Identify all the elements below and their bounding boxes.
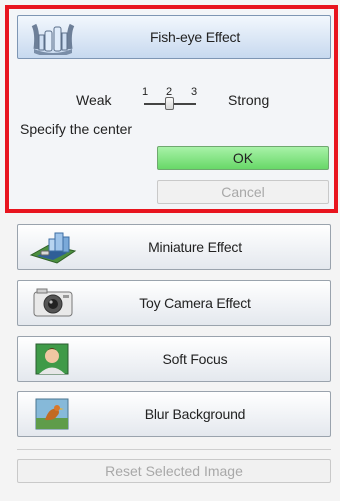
effect-label: Miniature Effect <box>148 239 242 255</box>
soft-focus-button[interactable]: Soft Focus <box>17 336 331 382</box>
effect-label: Fish-eye Effect <box>149 29 241 45</box>
blur-background-button[interactable]: Blur Background <box>17 391 331 437</box>
specify-center-label: Specify the center <box>20 121 133 137</box>
miniature-effect-button[interactable]: Miniature Effect <box>17 224 331 270</box>
toy-camera-effect-button[interactable]: Toy Camera Effect <box>17 280 331 326</box>
bird-icon <box>26 396 80 432</box>
slider-thumb[interactable] <box>165 97 174 110</box>
camera-icon <box>26 285 80 321</box>
miniature-town-icon <box>26 229 80 265</box>
effect-label: Toy Camera Effect <box>139 295 251 311</box>
cancel-button: Cancel <box>157 180 329 204</box>
tick-label: 1 <box>142 86 149 98</box>
effect-label: Blur Background <box>144 406 246 422</box>
strength-slider[interactable]: 1 2 3 <box>140 86 202 114</box>
effect-label: Soft Focus <box>162 351 228 367</box>
divider <box>17 449 331 450</box>
weak-label: Weak <box>76 92 112 108</box>
fish-eye-icon <box>26 19 80 55</box>
reset-selected-image-button: Reset Selected Image <box>17 459 331 483</box>
tick-label: 3 <box>191 86 198 98</box>
effects-panel: Fish-eye Effect Weak 1 2 3 Strong Specif… <box>0 0 340 501</box>
strong-label: Strong <box>228 92 270 108</box>
fish-eye-effect-button[interactable]: Fish-eye Effect <box>17 15 331 59</box>
portrait-icon <box>26 341 80 377</box>
ok-button[interactable]: OK <box>157 146 329 170</box>
strength-control: Weak 1 2 3 Strong <box>76 86 296 114</box>
